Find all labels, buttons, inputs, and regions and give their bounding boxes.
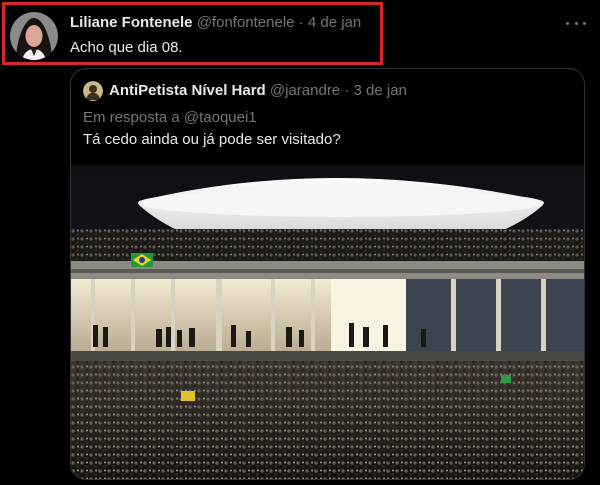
quoted-tweet-photo[interactable] bbox=[71, 165, 585, 480]
quoted-avatar-image bbox=[83, 81, 103, 101]
tweet-header: Liliane Fontenele @fonfontenele · 4 de j… bbox=[70, 14, 361, 32]
quoted-separator-dot: · bbox=[344, 82, 350, 99]
more-dot bbox=[583, 21, 586, 25]
tweet-date[interactable]: 4 de jan bbox=[308, 14, 361, 31]
separator-dot: · bbox=[298, 14, 304, 31]
author-name[interactable]: Liliane Fontenele bbox=[70, 14, 193, 31]
author-handle[interactable]: @fonfontenele bbox=[197, 14, 295, 31]
quoted-tweet[interactable]: AntiPetista Nível Hard @jarandre · 3 de … bbox=[70, 68, 585, 480]
quoted-author-name[interactable]: AntiPetista Nível Hard bbox=[109, 82, 266, 99]
quoted-tweet-header: AntiPetista Nível Hard @jarandre · 3 de … bbox=[109, 82, 407, 100]
reply-prefix: Em resposta a bbox=[83, 109, 184, 126]
quoted-author-handle[interactable]: @jarandre bbox=[270, 82, 340, 99]
quoted-tweet-text: Tá cedo ainda ou já pode ser visitado? bbox=[83, 131, 341, 148]
tweet-text: Acho que dia 08. bbox=[70, 39, 183, 56]
reply-to-handle[interactable]: @taoquei1 bbox=[184, 109, 257, 126]
more-options-icon[interactable] bbox=[566, 14, 586, 32]
tweet-page: Liliane Fontenele @fonfontenele · 4 de j… bbox=[0, 0, 600, 485]
reply-context: Em resposta a @taoquei1 bbox=[83, 109, 257, 127]
quoted-author-avatar[interactable] bbox=[83, 81, 103, 101]
avatar-image bbox=[10, 12, 58, 60]
more-dot bbox=[566, 21, 569, 25]
highlight-box bbox=[2, 2, 383, 65]
more-dot bbox=[574, 21, 578, 25]
quoted-tweet-date[interactable]: 3 de jan bbox=[354, 82, 407, 99]
author-avatar[interactable] bbox=[10, 12, 58, 60]
